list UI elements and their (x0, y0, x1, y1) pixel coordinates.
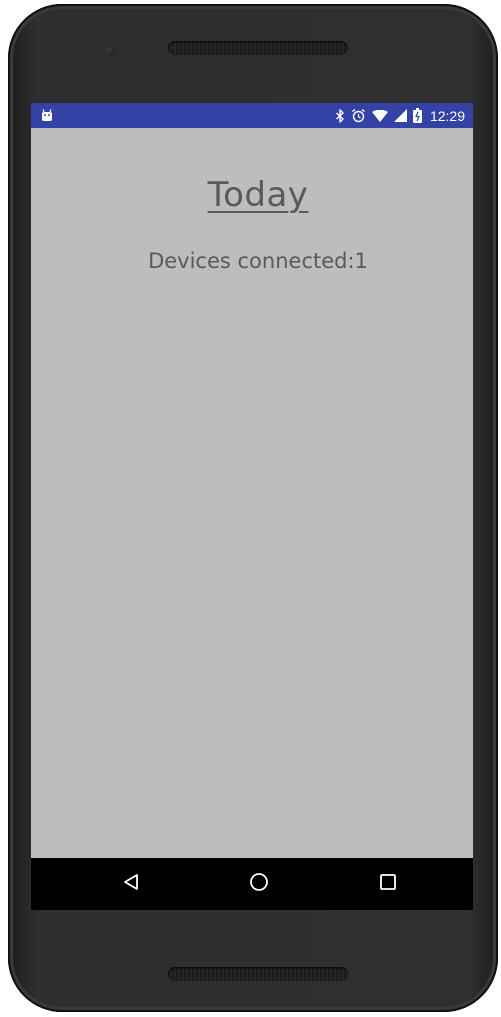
home-icon (249, 872, 269, 897)
navigation-bar (31, 858, 473, 910)
battery-icon (412, 108, 422, 123)
status-clock: 12:29 (429, 107, 465, 124)
top-speaker-grille (168, 41, 348, 55)
recents-icon (379, 873, 397, 896)
device-screen: 12:29 Today Devices connected:1 (31, 103, 473, 910)
wifi-icon (371, 109, 388, 122)
bottom-speaker-grille (168, 967, 348, 981)
back-icon (122, 873, 140, 896)
signal-icon (393, 109, 407, 122)
bluetooth-icon (335, 108, 345, 123)
devices-connected-text: Devices connected:1 (148, 249, 368, 273)
page-title: Today (207, 175, 309, 215)
front-camera (104, 45, 116, 57)
android-icon (41, 109, 53, 122)
recents-button[interactable] (376, 872, 400, 896)
status-bar: 12:29 (31, 103, 473, 128)
home-button[interactable] (247, 872, 271, 896)
status-icons: 12:29 (335, 103, 465, 128)
back-button[interactable] (119, 872, 143, 896)
alarm-icon (351, 108, 366, 123)
